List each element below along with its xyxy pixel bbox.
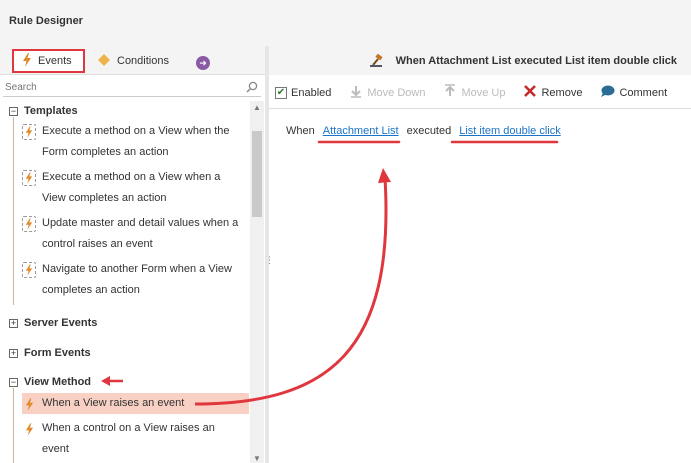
lightning-bolt-icon [22, 52, 32, 70]
search-bar [3, 79, 261, 97]
lightning-bolt-icon [22, 216, 36, 232]
arrow-up-icon [443, 84, 457, 101]
tab-conditions[interactable]: Conditions [98, 49, 188, 73]
template-item[interactable]: Execute a method on a View when the Form … [22, 121, 249, 163]
view-name-link[interactable]: Attachment List [323, 125, 399, 137]
left-tab-bar: Events Conditions ➜ [0, 46, 265, 75]
event-tree: − Templates Execute a method on a View w… [0, 101, 250, 463]
comment-bubble-icon [600, 85, 615, 101]
move-down-label: Move Down [367, 86, 426, 99]
app-title: Rule Designer [9, 15, 83, 27]
lightning-bolt-icon [22, 262, 36, 278]
template-item[interactable]: Update master and detail values when a co… [22, 213, 249, 255]
template-item-line: Update master and detail values when a [42, 217, 239, 229]
move-up-button[interactable]: Move Up [443, 84, 505, 101]
next-tabs-arrow-icon[interactable]: ➜ [196, 56, 210, 70]
search-input[interactable] [3, 79, 241, 96]
arrow-down-icon [349, 84, 363, 101]
rule-title-text: When Attachment List executed List item … [395, 55, 677, 67]
scrollbar-thumb[interactable] [252, 131, 262, 217]
rule-prefix-text: When [286, 125, 315, 137]
comment-label: Comment [619, 86, 668, 99]
tree-connector-line [13, 117, 14, 305]
remove-x-icon [523, 84, 537, 101]
tab-events-label: Events [38, 55, 72, 67]
rule-statement: When Attachment List executed List item … [286, 125, 561, 137]
template-item[interactable]: Execute a method on a View when a View co… [22, 167, 249, 209]
expand-icon[interactable]: + [9, 348, 18, 358]
view-method-item-line: When a control on a View raises an [42, 422, 215, 434]
enabled-label: Enabled [291, 86, 332, 99]
tree-group-form-events[interactable]: + Form Events [9, 347, 91, 359]
rule-header: When Attachment List executed List item … [269, 46, 691, 75]
tree-group-label: View Method [24, 376, 92, 388]
template-item-line: control raises an event [42, 238, 153, 250]
search-icon[interactable] [246, 81, 258, 93]
checkbox-checked-icon[interactable]: ✔ [275, 86, 287, 99]
template-item[interactable]: Navigate to another Form when a View comp… [22, 259, 249, 301]
move-up-label: Move Up [461, 86, 506, 99]
collapse-icon[interactable]: − [9, 377, 18, 387]
view-method-item[interactable]: When a control on a View raises an event [22, 418, 249, 460]
template-item-line: Execute a method on a View when a [42, 171, 221, 183]
diamond-icon [98, 53, 110, 69]
lightning-bolt-icon [22, 396, 36, 412]
template-item-line: View completes an action [42, 192, 167, 204]
tree-scrollbar[interactable]: ▲ ▼ [250, 101, 264, 463]
lightning-bolt-icon [22, 124, 36, 140]
event-name-link[interactable]: List item double click [459, 125, 561, 137]
template-item-line: Execute a method on a View when the [42, 125, 230, 137]
tree-group-server-events[interactable]: + Server Events [9, 317, 97, 329]
tree-group-label: Templates [24, 105, 78, 117]
app-header: Rule Designer [0, 0, 691, 46]
lightning-bolt-icon [22, 421, 36, 437]
comment-button[interactable]: Comment [600, 85, 667, 101]
move-down-button[interactable]: Move Down [349, 84, 425, 101]
lightning-bolt-icon [22, 170, 36, 186]
template-item-line: Form completes an action [42, 146, 169, 158]
remove-label: Remove [541, 86, 583, 99]
view-method-item-selected[interactable]: When a View raises an event [22, 393, 249, 414]
gavel-icon [369, 53, 387, 68]
tree-group-label: Server Events [24, 317, 98, 329]
tab-conditions-label: Conditions [117, 55, 169, 67]
scroll-down-icon[interactable]: ▼ [253, 454, 261, 463]
remove-button[interactable]: Remove [523, 84, 582, 101]
collapse-icon[interactable]: − [9, 106, 18, 116]
template-item-line: Navigate to another Form when a View [42, 263, 232, 275]
rule-title: When Attachment List executed List item … [369, 53, 677, 68]
template-item-line: completes an action [42, 284, 140, 296]
tree-connector-line [13, 388, 14, 463]
view-method-item-label: When a View raises an event [42, 397, 185, 409]
rule-toolbar: ✔ Enabled Move Down Move Up Remove Comme… [269, 77, 691, 109]
scroll-up-icon[interactable]: ▲ [253, 103, 261, 112]
tree-group-templates[interactable]: − Templates [9, 105, 78, 117]
tab-events[interactable]: Events [12, 49, 85, 73]
splitter-grip-icon[interactable]: ⋮ [265, 256, 274, 272]
tree-group-view-method[interactable]: − View Method [9, 376, 91, 388]
tree-group-label: Form Events [24, 347, 91, 359]
rule-middle-text: executed [406, 125, 452, 137]
arrowhead-annotation [378, 168, 391, 183]
expand-icon[interactable]: + [9, 318, 18, 328]
enabled-toggle[interactable]: ✔ Enabled [275, 86, 332, 99]
view-method-item-line: event [42, 443, 69, 455]
